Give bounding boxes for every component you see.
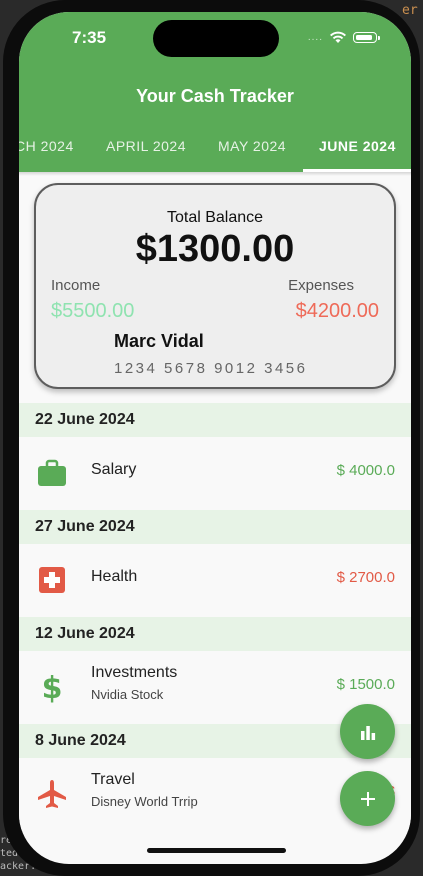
plus-icon [360,791,375,806]
home-indicator [147,848,286,853]
income-label: Income [51,277,101,294]
date-header: 27 June 2024 [19,510,411,544]
signal-dots: .... [307,32,323,43]
date-header: 22 June 2024 [19,403,411,437]
status-icons: .... [307,31,380,44]
header-shadow [19,172,411,176]
transaction-title: Investments [91,664,178,681]
transaction-title: Health [91,568,138,585]
briefcase-icon [38,459,66,486]
transaction-title: Salary [91,461,137,478]
wifi-icon [330,31,346,43]
status-time: 7:35 [72,28,107,47]
svg-text:$: $ [42,671,63,703]
battery-icon [353,32,380,43]
phone-frame: 7:35 .... Your Cash Tracker CH 2024 APRI… [3,0,420,876]
transaction-row-salary[interactable]: Salary $ 4000.0 [19,437,411,510]
card-holder-name: Marc Vidal [114,331,204,351]
expenses-label: Expenses [288,277,354,294]
airplane-icon [38,780,66,808]
medical-cross-icon [39,567,65,593]
transaction-list: 22 June 2024 Salary $ 4000.0 27 June 202… [19,403,411,831]
tab-may-2024[interactable]: MAY 2024 [218,138,286,154]
stats-button[interactable] [340,704,395,759]
tab-june-2024[interactable]: JUNE 2024 [319,138,396,154]
total-balance: $1300.00 [135,228,295,270]
app-header: 7:35 .... Your Cash Tracker CH 2024 APRI… [19,12,411,172]
income-value: $5500.00 [51,300,135,322]
transaction-row-health[interactable]: Health $ 2700.0 [19,544,411,617]
transaction-subtitle: Nvidia Stock [91,687,164,702]
tab-april-2024[interactable]: APRIL 2024 [106,138,186,154]
transaction-title: Travel [91,771,135,788]
tab-march-2024[interactable]: CH 2024 [19,138,74,154]
date-header: 12 June 2024 [19,617,411,651]
bar-chart-icon [360,725,375,740]
transaction-amount: $ 4000.0 [336,462,395,479]
balance-card: Total Balance $1300.00 Income Expenses $… [34,183,396,389]
transaction-subtitle: Disney World Trrip [91,794,198,809]
add-transaction-button[interactable] [340,771,395,826]
expenses-value: $4200.00 [295,300,379,322]
dynamic-island [153,20,279,57]
balance-card-title: Total Balance [166,209,264,226]
card-number: 1234 5678 9012 3456 [114,360,308,377]
transaction-amount: $ 1500.0 [336,676,395,693]
transaction-amount: $ 2700.0 [336,569,395,586]
app-screen: 7:35 .... Your Cash Tracker CH 2024 APRI… [19,12,411,864]
month-tabs: CH 2024 APRIL 2024 MAY 2024 JUNE 2024 [19,128,411,172]
dollar-icon: $ [42,671,63,703]
page-title: Your Cash Tracker [136,86,294,106]
